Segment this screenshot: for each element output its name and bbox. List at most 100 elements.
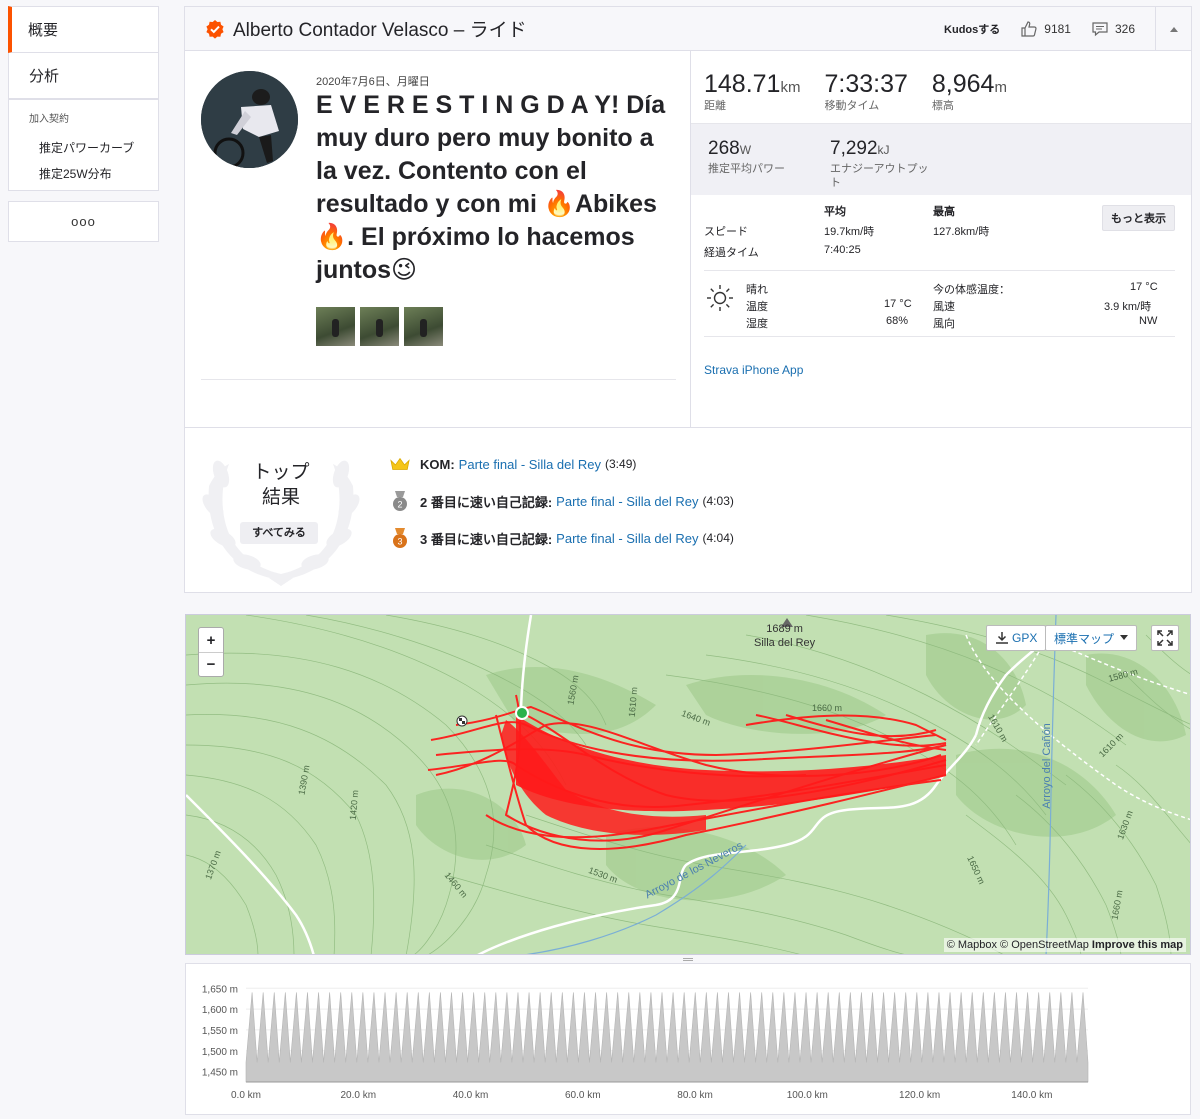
weather-section: 晴れ 温度 17 °C 湿度 68% 今の体感温度： 17 °C 風速 3.9 … xyxy=(704,271,1175,337)
device-link[interactable]: Strava iPhone App xyxy=(704,363,803,377)
feels-like-value: 17 °C xyxy=(1130,281,1158,293)
elevation-label: 標高 xyxy=(931,100,954,112)
activity-title: Alberto Contador Velasco – ライド xyxy=(233,20,527,41)
wind-speed-label: 風速 xyxy=(933,301,955,313)
top-results: トップ 結果 すべてみる KOM: Parte final - Silla de… xyxy=(185,427,1191,592)
map-type-dropdown[interactable]: 標準マップ xyxy=(1045,625,1138,651)
stat-energy: 7,292kJ エナジーアウトプット xyxy=(830,136,930,195)
subscription-section: 加入契約 推定パワーカーブ 推定25W分布 xyxy=(8,99,159,191)
comments-count-value: 326 xyxy=(1114,22,1135,36)
map-resize-handle[interactable] xyxy=(185,955,1191,963)
elevation-chart[interactable]: 1,650 m 1,600 m 1,550 m 1,500 m 1,450 m 0.0 k… xyxy=(185,963,1191,1115)
bronze-medal-icon: 3 xyxy=(390,528,410,548)
energy-value: 7,292 xyxy=(830,138,878,159)
tab-overview-label: 概要 xyxy=(28,22,59,39)
peak-label: 1689 m Silla del Rey xyxy=(754,622,815,650)
feels-like-label: 今の体感温度： xyxy=(933,284,1010,296)
svg-text:3: 3 xyxy=(397,537,402,547)
distance-value: 148.71 xyxy=(704,70,781,98)
elevation-area xyxy=(245,992,1089,1083)
activity-date: 2020年7月6日、月曜日 xyxy=(316,76,430,88)
x-tick-label: 0.0 km xyxy=(231,1090,261,1101)
zoom-controls: + − xyxy=(198,627,224,677)
kudos-count-value: 9181 xyxy=(1044,22,1071,36)
download-gpx-button[interactable]: GPX xyxy=(986,625,1047,651)
x-tick-label: 120.0 km xyxy=(899,1090,940,1101)
wind-speed-value: 3.9 km/時 xyxy=(1104,301,1152,313)
tab-overview[interactable]: 概要 xyxy=(8,6,159,53)
col-max-header: 最高 xyxy=(933,206,955,218)
caret-up-icon xyxy=(1169,27,1178,32)
energy-unit: kJ xyxy=(877,143,890,157)
segment-link[interactable]: Parte final - Silla del Rey xyxy=(556,531,698,546)
elapsed-avg: 7:40:25 xyxy=(824,244,861,256)
more-menu-button[interactable]: ooo xyxy=(8,201,159,242)
give-kudos-button[interactable]: Kudosする xyxy=(944,21,1000,37)
route-start-marker xyxy=(515,706,529,720)
achievement-label: 2 番目に速い自己記録: xyxy=(420,494,553,510)
laurel-wreath-icon xyxy=(202,460,360,586)
sidebar-item-power-distribution[interactable]: 推定25W分布 xyxy=(9,161,158,187)
see-all-button[interactable]: すべてみる xyxy=(240,522,318,544)
photo-thumbnail[interactable] xyxy=(316,307,355,346)
improve-map-link[interactable]: Improve this map xyxy=(1092,939,1183,951)
humidity-label: 湿度 xyxy=(746,318,768,330)
gpx-label: GPX xyxy=(1012,631,1038,645)
wind-dir-value: NW xyxy=(1139,315,1158,327)
distance-label: 距離 xyxy=(704,100,726,112)
comments-count[interactable]: 326 xyxy=(1091,20,1135,38)
moving-time-value: 7:33:37 xyxy=(824,70,908,98)
download-icon xyxy=(996,632,1008,644)
sidebar-item-power-curve[interactable]: 推定パワーカーブ xyxy=(9,135,158,161)
fullscreen-icon xyxy=(1157,630,1173,646)
energy-label: エナジーアウトプット xyxy=(830,163,929,189)
weather-condition: 晴れ xyxy=(746,284,768,296)
zoom-in-button[interactable]: + xyxy=(199,628,223,652)
top-results-title-line2: 結果 xyxy=(261,487,300,508)
elevation-chart-svg: 1,650 m 1,600 m 1,550 m 1,500 m 1,450 m 0.0 k… xyxy=(202,984,1089,1101)
segment-link[interactable]: Parte final - Silla del Rey xyxy=(556,494,698,509)
verified-badge-icon xyxy=(206,19,224,39)
activity-photos xyxy=(316,307,443,346)
drag-handle-icon xyxy=(683,957,693,961)
power-value: 268 xyxy=(708,138,740,159)
collapse-button[interactable] xyxy=(1155,7,1191,51)
activity-header: Alberto Contador Velasco – ライド Kudosする 9… xyxy=(185,7,1191,51)
photo-thumbnail[interactable] xyxy=(404,307,443,346)
temp-label: 温度 xyxy=(746,301,768,313)
chevron-down-icon xyxy=(1120,635,1129,640)
wind-dir-label: 風向 xyxy=(933,318,955,330)
zoom-out-button[interactable]: − xyxy=(199,652,223,676)
col-avg-header: 平均 xyxy=(824,206,846,218)
speed-avg: 19.7km/時 xyxy=(824,226,875,238)
divider xyxy=(201,379,676,380)
stat-moving-time: 7:33:37 移動タイム xyxy=(824,71,907,123)
elevation-value: 8,964 xyxy=(931,70,995,98)
top-results-title: トップ 結果 xyxy=(237,460,325,510)
athlete-avatar[interactable] xyxy=(201,71,298,168)
y-tick-label: 1,550 m xyxy=(202,1026,238,1037)
silver-medal-icon: 2 xyxy=(390,491,410,511)
tab-analysis[interactable]: 分析 xyxy=(8,53,159,99)
y-tick-label: 1,500 m xyxy=(202,1047,238,1058)
kudos-count[interactable]: 9181 xyxy=(1020,20,1071,38)
x-tick-label: 40.0 km xyxy=(453,1090,489,1101)
moving-time-label: 移動タイム xyxy=(824,100,880,112)
elapsed-label: 経過タイム xyxy=(704,247,759,259)
photo-thumbnail[interactable] xyxy=(360,307,399,346)
thumbs-up-icon xyxy=(1021,21,1037,37)
fullscreen-button[interactable] xyxy=(1151,625,1179,651)
tab-analysis-label: 分析 xyxy=(29,68,60,85)
activity-summary: 2020年7月6日、月曜日 E V E R E S T I N G D A Y!… xyxy=(185,51,690,427)
x-tick-label: 100.0 km xyxy=(787,1090,828,1101)
route-map[interactable]: + − GPX 標準マップ 1689 m Silla del Rey 1560 … xyxy=(185,614,1191,955)
activity-card: Alberto Contador Velasco – ライド Kudosする 9… xyxy=(184,6,1192,593)
route-finish-flag xyxy=(456,715,468,727)
elevation-unit: m xyxy=(994,79,1007,96)
achievement-kom: KOM: Parte final - Silla del Rey (3:49) xyxy=(390,454,636,474)
segment-link[interactable]: Parte final - Silla del Rey xyxy=(459,457,601,472)
show-more-button[interactable]: もっと表示 xyxy=(1102,205,1175,231)
sidebar: 概要 分析 加入契約 推定パワーカーブ 推定25W分布 ooo xyxy=(8,6,159,242)
achievement-label: 3 番目に速い自己記録: xyxy=(420,531,553,547)
temp-value: 17 °C xyxy=(884,298,912,310)
